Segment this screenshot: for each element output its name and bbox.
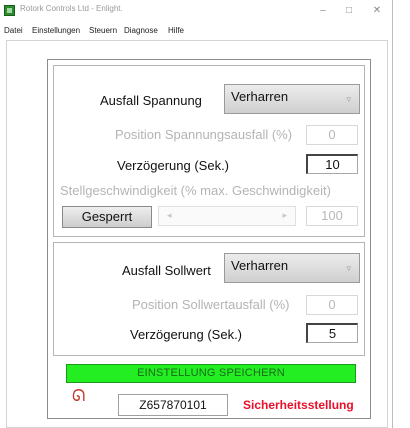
chevron-down-icon: ▿ [346, 263, 351, 273]
save-settings-button[interactable]: EINSTELLUNG SPEICHERN [66, 364, 356, 383]
title-bar: Rotork Controls Ltd - Enlight. – □ ✕ [0, 0, 392, 22]
setpoint-failure-dropdown[interactable]: Verharren ▿ [224, 253, 360, 283]
menu-datei[interactable]: Datei [4, 26, 23, 35]
chevron-left-icon: ◂ [167, 210, 172, 220]
minimize-button[interactable]: – [310, 1, 336, 21]
menu-steuern[interactable]: Steuern [89, 26, 117, 35]
speed-label: Stellgeschwindigkeit (% max. Geschwindig… [60, 183, 331, 198]
setpoint-failure-label: Ausfall Sollwert [122, 263, 211, 278]
voltage-position-field[interactable]: 0 [306, 125, 358, 145]
rotork-logo-icon: ᘏ [72, 388, 86, 405]
app-window: Rotork Controls Ltd - Enlight. – □ ✕ Dat… [0, 0, 393, 428]
setpoint-position-field[interactable]: 0 [306, 295, 358, 315]
setpoint-delay-field[interactable]: 5 [306, 323, 358, 343]
setpoint-failure-value: Verharren [231, 258, 289, 273]
window-title: Rotork Controls Ltd - Enlight. [20, 4, 123, 13]
setpoint-failure-panel: Ausfall Sollwert Verharren ▿ Position So… [53, 242, 365, 356]
speed-value-field[interactable]: 100 [306, 206, 358, 226]
chevron-down-icon: ▿ [346, 94, 351, 104]
settings-frame: Ausfall Spannung Verharren ▿ Position Sp… [47, 59, 371, 419]
client-area: Ausfall Spannung Verharren ▿ Position Sp… [6, 40, 388, 428]
menu-bar: Datei Einstellungen Steuern Diagnose Hil… [0, 22, 392, 40]
voltage-failure-panel: Ausfall Spannung Verharren ▿ Position Sp… [53, 65, 365, 237]
voltage-failure-value: Verharren [231, 89, 289, 104]
menu-hilfe[interactable]: Hilfe [168, 26, 184, 35]
voltage-failure-label: Ausfall Spannung [100, 93, 202, 108]
locked-button[interactable]: Gesperrt [62, 206, 152, 228]
chevron-right-icon: ▸ [282, 210, 287, 220]
voltage-position-label: Position Spannungsausfall (%) [115, 127, 293, 142]
serial-number-field: Z657870101 [118, 394, 228, 416]
maximize-button[interactable]: □ [336, 1, 362, 21]
app-icon [4, 5, 15, 16]
setpoint-delay-label: Verzögerung (Sek.) [130, 327, 243, 342]
voltage-delay-label: Verzögerung (Sek.) [117, 158, 230, 173]
setpoint-position-label: Position Sollwertausfall (%) [132, 297, 290, 312]
voltage-failure-dropdown[interactable]: Verharren ▿ [224, 84, 360, 114]
close-button[interactable]: ✕ [364, 1, 390, 21]
menu-einstellungen[interactable]: Einstellungen [32, 26, 80, 35]
menu-diagnose[interactable]: Diagnose [124, 26, 158, 35]
status-text: Sicherheitsstellung [243, 398, 354, 412]
voltage-delay-field[interactable]: 10 [306, 154, 358, 174]
speed-slider[interactable]: ◂ ▸ [158, 206, 296, 226]
